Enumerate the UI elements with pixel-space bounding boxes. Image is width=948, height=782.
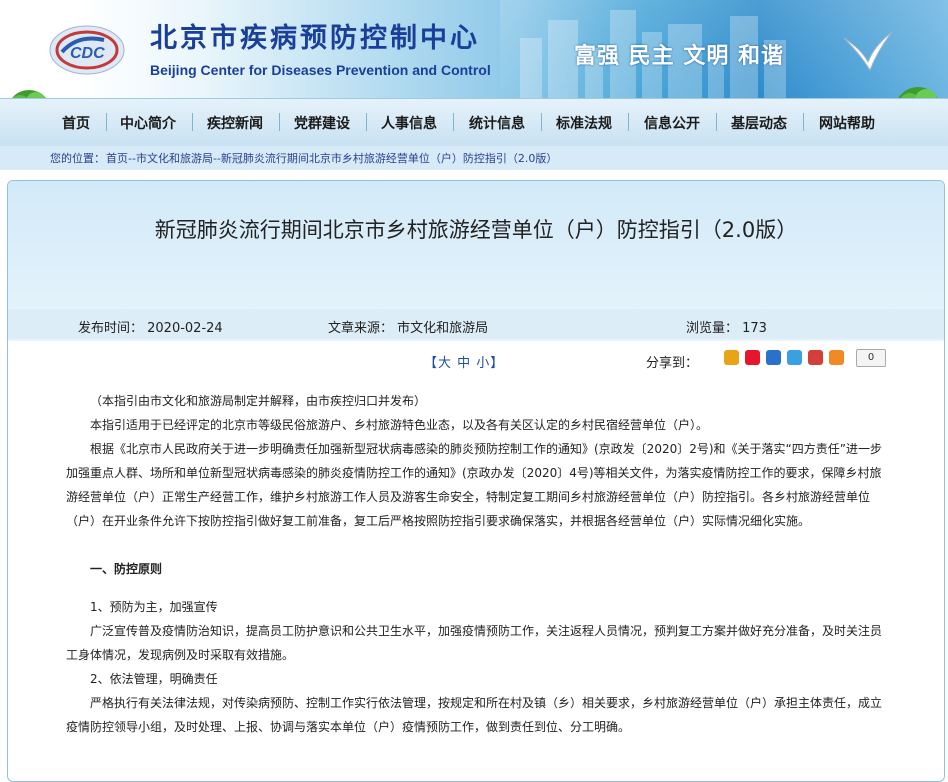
nav-divider: [541, 113, 542, 131]
article-source: 文章来源： 市文化和旅游局: [328, 321, 489, 336]
nav-item-stats[interactable]: 统计信息: [469, 113, 525, 133]
article-paragraph: （本指引由市文化和旅游局制定并解释，由市疾控归口并发布）: [90, 394, 427, 408]
nav-divider: [106, 113, 107, 131]
nav-item-news[interactable]: 疾控新闻: [207, 113, 263, 133]
nav-item-home[interactable]: 首页: [62, 113, 90, 133]
site-title-cn: 北京市疾病预防控制中心: [150, 23, 480, 54]
main-nav: 首页 中心简介 疾控新闻 党群建设 人事信息 统计信息 标准法规 信息公开 基层…: [0, 98, 948, 147]
share-label: 分享到：: [646, 356, 699, 371]
breadcrumb-path[interactable]: 首页--市文化和旅游局--新冠肺炎流行期间北京市乡村旅游经营单位（户）防控指引（…: [106, 150, 557, 166]
kaixin-share-icon[interactable]: [808, 350, 823, 365]
article-paragraph: 根据《北京市人民政府关于进一步明确责任加强新型冠状病毒感染的肺炎预防控制工作的通…: [66, 442, 882, 528]
cdc-logo-icon[interactable]: CDC: [48, 22, 126, 78]
breadcrumb-prefix: 您的位置：: [50, 152, 105, 165]
article-tools: 【大 中 小】 分享到： 0: [8, 341, 944, 379]
nav-divider: [628, 113, 629, 131]
nav-item-grassroots[interactable]: 基层动态: [731, 113, 787, 133]
nav-divider: [716, 113, 717, 131]
nav-item-help[interactable]: 网站帮助: [819, 113, 875, 133]
renren-share-icon[interactable]: [766, 350, 781, 365]
article-meta: 发布时间： 2020-02-24 文章来源： 市文化和旅游局 浏览量： 173: [8, 309, 944, 339]
nav-divider: [192, 113, 193, 131]
site-banner: CDC 北京市疾病预防控制中心 Beijing Center for Disea…: [0, 0, 948, 98]
breadcrumb: 您的位置： 首页--市文化和旅游局--新冠肺炎流行期间北京市乡村旅游经营单位（户…: [0, 146, 948, 170]
nav-divider: [453, 113, 454, 131]
article-paragraph: 广泛宣传普及疫情防治知识，提高员工防护意识和公共卫生水平，加强疫情预防工作，关注…: [66, 624, 883, 662]
nav-divider: [366, 113, 367, 131]
nav-item-disclosure[interactable]: 信息公开: [644, 113, 700, 133]
banner-slogan: 富强 民主 文明 和谐: [574, 44, 784, 69]
subsection-heading: 2、依法管理，明确责任: [90, 672, 218, 686]
seagull-icon: [843, 31, 893, 72]
more-share-icon[interactable]: [829, 350, 844, 365]
nav-divider: [803, 113, 804, 131]
nav-divider: [279, 113, 280, 131]
weibo-share-icon[interactable]: [745, 350, 760, 365]
article-header: 新冠肺炎流行期间北京市乡村旅游经营单位（户）防控指引（2.0版） 发布时间： 2…: [8, 181, 944, 341]
article-title: 新冠肺炎流行期间北京市乡村旅游经营单位（户）防控指引（2.0版）: [154, 218, 798, 242]
nav-item-party[interactable]: 党群建设: [294, 113, 350, 133]
banner-building: [520, 38, 542, 98]
nav-item-hr[interactable]: 人事信息: [381, 113, 437, 133]
logo-text: CDC: [70, 45, 105, 62]
site-title-en: Beijing Center for Diseases Prevention a…: [150, 62, 491, 78]
article-panel: 新冠肺炎流行期间北京市乡村旅游经营单位（户）防控指引（2.0版） 发布时间： 2…: [7, 180, 945, 782]
article-paragraph: 本指引适用于已经评定的北京市等级民俗旅游户、乡村旅游特色业态，以及各有关区认定的…: [90, 418, 709, 432]
nav-item-about[interactable]: 中心简介: [120, 113, 176, 133]
qzone-share-icon[interactable]: [724, 350, 739, 365]
tencent-share-icon[interactable]: [787, 350, 802, 365]
view-count: 浏览量： 173: [686, 321, 767, 336]
subsection-heading: 1、预防为主，加强宣传: [90, 600, 218, 614]
publish-time: 发布时间： 2020-02-24: [78, 321, 223, 336]
article-body: （本指引由市文化和旅游局制定并解释，由市疾控归口并发布） 本指引适用于已经评定的…: [66, 389, 886, 739]
article-paragraph: 严格执行有关法律法规，对传染病预防、控制工作实行依法管理，按规定和所在村及镇（乡…: [66, 696, 883, 734]
section-heading: 一、防控原则: [90, 562, 163, 576]
share-count-badge: 0: [856, 349, 886, 367]
nav-item-standards[interactable]: 标准法规: [556, 113, 612, 133]
font-size-control[interactable]: 【大 中 小】: [424, 352, 504, 371]
